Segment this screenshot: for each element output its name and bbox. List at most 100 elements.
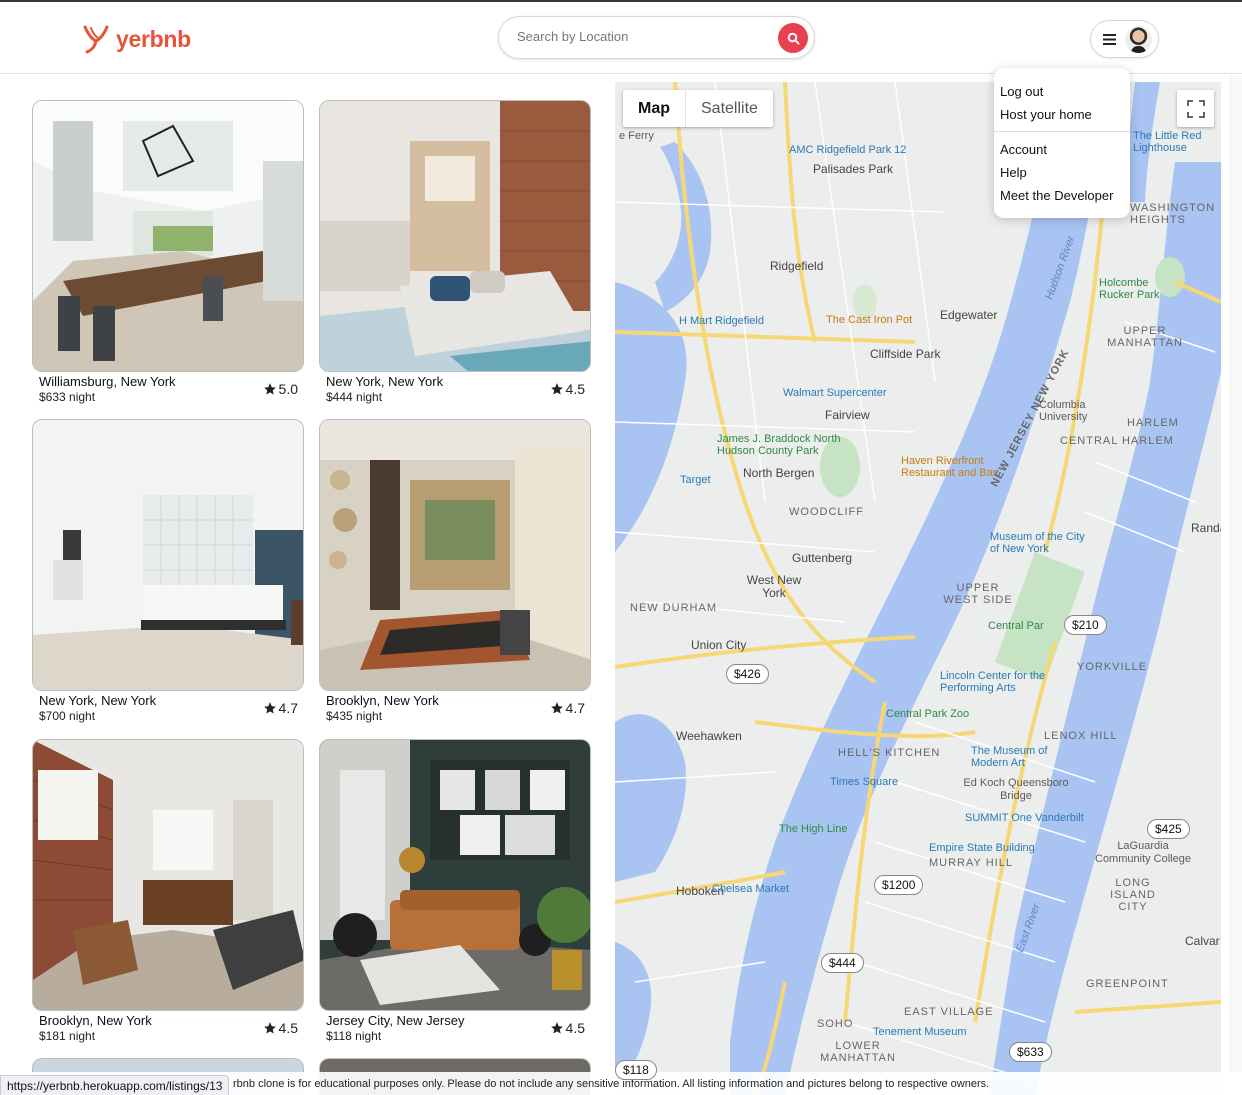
map-label: Walmart Supercenter: [783, 387, 887, 399]
search-input[interactable]: [517, 29, 767, 44]
map-price-pin[interactable]: $426: [726, 664, 769, 684]
map-label: Empire State Building: [929, 842, 1035, 854]
star-icon: [263, 702, 276, 714]
map-price-pin[interactable]: $118: [615, 1060, 657, 1080]
logo[interactable]: yerbnb: [82, 24, 191, 54]
listing-photo[interactable]: [32, 100, 304, 372]
listing-rating-value: 4.7: [565, 700, 585, 716]
map-label: EAST VILLAGE: [904, 1006, 994, 1018]
map-label: Edgewater: [940, 308, 998, 322]
listing-rating-value: 4.5: [565, 1020, 585, 1036]
map-label: Cliffside Park: [870, 347, 941, 361]
map-label: Ed Koch Queensboro Bridge: [963, 777, 1069, 802]
map-label: WASHINGTON HEIGHTS: [1130, 202, 1216, 226]
star-icon: [263, 1022, 276, 1034]
star-icon: [550, 1022, 563, 1034]
listing-photo[interactable]: [319, 100, 591, 372]
map-label: WOODCLIFF: [789, 506, 864, 518]
menu-item-host-your-home[interactable]: Host your home: [994, 105, 1130, 128]
yerbnb-logo-icon: [83, 25, 109, 54]
map-tab-satellite[interactable]: Satellite: [686, 90, 773, 127]
listing-rating: 4.5: [550, 381, 585, 397]
listing-card[interactable]: Brooklyn, New York $181 night 4.5: [32, 739, 304, 1049]
listing-card[interactable]: Brooklyn, New York $435 night 4.7: [319, 419, 591, 729]
map-label: West New York: [746, 573, 802, 600]
map-label: SOHO: [817, 1018, 854, 1030]
listing-title: Jersey City, New Jersey: [326, 1013, 465, 1028]
map-type-toggle: Map Satellite: [623, 90, 773, 127]
user-menu-button[interactable]: [1090, 20, 1159, 58]
map-label: NEW DURHAM: [630, 602, 717, 614]
listing-rating-value: 4.5: [565, 381, 585, 397]
menu-item-help[interactable]: Help: [994, 163, 1130, 186]
map-label: Union City: [691, 638, 747, 652]
map-label: Central Par: [988, 620, 1044, 632]
map-label: MURRAY HILL: [929, 857, 1013, 869]
listing-card[interactable]: Jersey City, New Jersey $118 night 4.5: [319, 739, 591, 1049]
map-label: H Mart Ridgefield: [679, 315, 764, 327]
map-label: LONG ISLAND CITY: [1110, 877, 1156, 913]
map-label: AMC Ridgefield Park 12: [789, 144, 907, 156]
listing-price: $633 night: [39, 390, 96, 404]
map-label: Museum of the City of New York: [990, 531, 1085, 555]
map-label: Guttenberg: [792, 551, 853, 565]
listing-price: $435 night: [326, 709, 383, 723]
user-dropdown-menu: Log out Host your home Account Help Meet…: [994, 68, 1130, 218]
map-label: UPPER WEST SIDE: [943, 582, 1013, 606]
listing-rating: 5.0: [263, 381, 298, 397]
map-label: Tenement Museum: [873, 1026, 967, 1038]
map-price-pin[interactable]: $425: [1147, 819, 1190, 839]
menu-item-meet-the-developer[interactable]: Meet the Developer: [994, 186, 1130, 209]
map-label: LOWER MANHATTAN: [820, 1040, 896, 1064]
listing-rating: 4.5: [263, 1020, 298, 1036]
listing-photo[interactable]: [32, 739, 304, 1011]
map-price-pin[interactable]: $633: [1009, 1042, 1052, 1062]
map-label: HARLEM: [1127, 417, 1179, 429]
listing-rating-value: 5.0: [278, 381, 298, 397]
fullscreen-button[interactable]: [1177, 90, 1214, 127]
logo-text: yerbnb: [116, 25, 191, 52]
menu-item-account[interactable]: Account: [994, 140, 1130, 163]
map[interactable]: Map Satellite e Ferry AMC Ridgefield Par…: [615, 82, 1221, 1095]
map-label: Lincoln Center for the Performing Arts: [940, 670, 1046, 694]
listing-title: New York, New York: [39, 693, 157, 708]
header: yerbnb: [0, 2, 1242, 74]
search-bar[interactable]: [498, 16, 815, 59]
listing-rating-value: 4.5: [278, 1020, 298, 1036]
listing-price: $444 night: [326, 390, 383, 404]
map-label: SUMMIT One Vanderbilt: [965, 812, 1084, 824]
listing-photo[interactable]: [319, 739, 591, 1011]
listing-card[interactable]: Williamsburg, New York $633 night 5.0: [32, 100, 304, 410]
map-label: Columbia University: [1039, 399, 1088, 423]
page-scrollbar[interactable]: [1230, 75, 1242, 1095]
page: yerbnb Log out Host your home Account: [0, 0, 1242, 1095]
listing-title: Brooklyn, New York: [326, 693, 439, 708]
map-label: LENOX HILL: [1044, 730, 1118, 742]
listing-photo[interactable]: [319, 419, 591, 691]
search-icon: [787, 32, 799, 44]
listing-photo-image: [320, 740, 590, 1010]
menu-divider: [994, 131, 1130, 132]
listing-photo[interactable]: [32, 419, 304, 691]
map-label: Calvar: [1185, 934, 1220, 948]
listing-title: Williamsburg, New York: [39, 374, 176, 389]
map-label: CENTRAL HARLEM: [1060, 435, 1174, 447]
search-button[interactable]: [778, 23, 808, 53]
map-price-pin[interactable]: $444: [821, 953, 864, 973]
map-tab-map[interactable]: Map: [623, 90, 686, 127]
listing-rating-value: 4.7: [278, 700, 298, 716]
map-label: HELL'S KITCHEN: [838, 747, 941, 759]
map-price-pin[interactable]: $1200: [874, 875, 924, 895]
map-label: North Bergen: [743, 466, 815, 480]
map-label: Central Park Zoo: [886, 708, 970, 720]
map-label: Weehawken: [676, 729, 742, 743]
menu-item-log-out[interactable]: Log out: [994, 82, 1130, 105]
listing-price: $181 night: [39, 1029, 96, 1043]
fullscreen-icon: [1186, 99, 1205, 118]
listing-card[interactable]: New York, New York $444 night 4.5: [319, 100, 591, 410]
map-price-pin[interactable]: $210: [1064, 615, 1107, 635]
listing-card[interactable]: New York, New York $700 night 4.7: [32, 419, 304, 729]
map-label: The Museum of Modern Art: [971, 745, 1048, 769]
listing-title: New York, New York: [326, 374, 444, 389]
star-icon: [263, 383, 276, 395]
